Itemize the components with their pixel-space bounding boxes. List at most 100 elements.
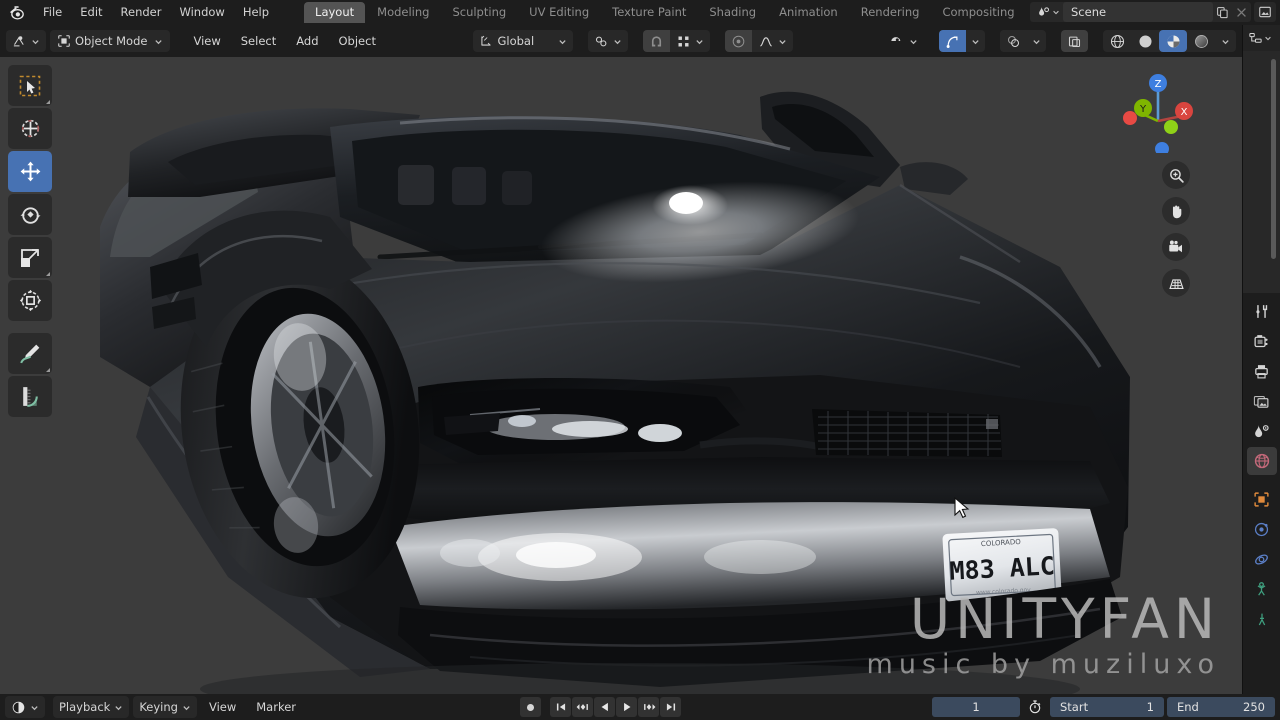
- object-mode-selector[interactable]: Object Mode: [50, 30, 171, 52]
- previous-keyframe-button[interactable]: [572, 697, 593, 717]
- tab-modeling[interactable]: Modeling: [366, 2, 440, 23]
- scene-browse-icon[interactable]: [1030, 5, 1063, 20]
- viewport-header: Object Mode View Select Add Object Globa…: [0, 25, 1242, 57]
- outliner-icon: [1249, 32, 1262, 43]
- overlays-options-caret[interactable]: [1027, 30, 1046, 52]
- tab-compositing[interactable]: Compositing: [931, 2, 1025, 23]
- properties-tab-modifiers[interactable]: [1247, 515, 1277, 543]
- properties-tab-output[interactable]: [1247, 357, 1277, 385]
- shading-solid-button[interactable]: [1131, 30, 1159, 52]
- outliner-body[interactable]: [1243, 51, 1280, 293]
- xray-icon[interactable]: [1061, 30, 1088, 52]
- viewport-menu-add[interactable]: Add: [288, 30, 326, 52]
- tool-annotate[interactable]: [8, 333, 52, 374]
- properties-tab-tool[interactable]: [1247, 297, 1277, 325]
- menu-render[interactable]: Render: [112, 3, 171, 22]
- cursor-box-select-icon: [19, 75, 41, 96]
- object-visibility-selector[interactable]: [883, 30, 924, 52]
- jump-to-start-button[interactable]: [550, 697, 571, 717]
- properties-tab-physics[interactable]: [1247, 545, 1277, 573]
- overlays-icon[interactable]: [1000, 30, 1027, 52]
- transform-orientation-selector[interactable]: Global: [473, 30, 574, 52]
- properties-tab-object[interactable]: [1247, 485, 1277, 513]
- view-layer-icon[interactable]: [1254, 2, 1276, 22]
- viewport-menu-object[interactable]: Object: [331, 30, 384, 52]
- timeline-editor-type-button[interactable]: [5, 696, 45, 718]
- properties-tab-render[interactable]: [1247, 327, 1277, 355]
- scene-selector[interactable]: Scene: [1030, 2, 1251, 22]
- shading-options-caret[interactable]: [1215, 30, 1236, 52]
- gizmo-icon[interactable]: [939, 30, 966, 52]
- tab-animation[interactable]: Animation: [768, 2, 849, 23]
- tool-scale[interactable]: [8, 237, 52, 278]
- mouse-cursor: [954, 497, 970, 519]
- pivot-point-selector[interactable]: [588, 30, 629, 52]
- tab-rendering[interactable]: Rendering: [850, 2, 931, 23]
- auto-keyframe-button[interactable]: [1023, 697, 1047, 717]
- shading-wireframe-button[interactable]: [1103, 30, 1131, 52]
- 3d-viewport[interactable]: M83 ALC COLORADO www.colorado.gov Z Y X …: [0, 57, 1242, 694]
- menu-file[interactable]: File: [34, 3, 71, 22]
- menu-window[interactable]: Window: [170, 3, 233, 22]
- next-keyframe-button[interactable]: [638, 697, 659, 717]
- chevron-down-icon: [614, 39, 622, 44]
- particles-icon: [1257, 581, 1266, 596]
- navigation-gizmo[interactable]: Z Y X: [1116, 69, 1200, 156]
- menu-edit[interactable]: Edit: [71, 3, 111, 22]
- record-keyframes-button[interactable]: [520, 697, 541, 717]
- snap-magnet-icon[interactable]: [643, 30, 671, 52]
- timeline-menu-keying[interactable]: Keying: [133, 696, 197, 718]
- shading-material-preview-button[interactable]: [1159, 30, 1187, 52]
- tool-move[interactable]: [8, 151, 52, 192]
- scene-name-field[interactable]: Scene: [1063, 2, 1213, 22]
- properties-tab-particles[interactable]: [1247, 575, 1277, 603]
- end-frame-field[interactable]: End 250: [1167, 697, 1275, 717]
- front-grille: [812, 409, 1002, 457]
- timeline-menu-view[interactable]: View: [201, 696, 244, 718]
- outliner-header[interactable]: [1243, 25, 1280, 51]
- grid-perspective-icon[interactable]: [1162, 269, 1190, 297]
- tool-transform[interactable]: [8, 280, 52, 321]
- tool-cursor[interactable]: [8, 108, 52, 149]
- snap-target-icon[interactable]: [670, 30, 710, 52]
- gizmo-options-caret[interactable]: [966, 30, 985, 52]
- shading-rendered-button[interactable]: [1187, 30, 1215, 52]
- properties-tab-scene[interactable]: [1247, 417, 1277, 445]
- tab-sculpting[interactable]: Sculpting: [441, 2, 517, 23]
- svg-text:Y: Y: [1139, 104, 1147, 115]
- play-button[interactable]: [616, 697, 637, 717]
- measure-ruler-icon: [22, 387, 38, 407]
- tool-select-box[interactable]: [8, 65, 52, 106]
- menu-help[interactable]: Help: [234, 3, 278, 22]
- camera-icon[interactable]: [1162, 233, 1190, 261]
- transform-orientation-label: Global: [497, 34, 535, 48]
- properties-tab-view-layer[interactable]: [1247, 387, 1277, 415]
- jump-to-end-button[interactable]: [660, 697, 681, 717]
- viewport-menu-view[interactable]: View: [185, 30, 228, 52]
- tab-uv-editing[interactable]: UV Editing: [518, 2, 600, 23]
- properties-tab-constraints[interactable]: [1247, 605, 1277, 633]
- playback-controls: [520, 697, 681, 717]
- zoom-magnifier-icon[interactable]: [1162, 161, 1190, 189]
- duplicate-icon[interactable]: [1213, 2, 1232, 22]
- editor-type-icon[interactable]: [6, 30, 46, 52]
- play-reverse-button[interactable]: [594, 697, 615, 717]
- tab-layout[interactable]: Layout: [304, 2, 366, 23]
- start-frame-field[interactable]: Start 1: [1050, 697, 1164, 717]
- tool-rotate[interactable]: [8, 194, 52, 235]
- blender-logo-icon[interactable]: [0, 4, 34, 21]
- tool-measure[interactable]: [8, 376, 52, 417]
- timeline-menu-marker[interactable]: Marker: [248, 696, 304, 718]
- outliner-scrollbar[interactable]: [1271, 59, 1276, 259]
- chevron-down-icon: [1265, 36, 1271, 41]
- properties-tab-world[interactable]: [1246, 447, 1277, 475]
- proportional-edit-icon[interactable]: [725, 30, 753, 52]
- timeline-menu-playback[interactable]: Playback: [53, 696, 130, 718]
- close-icon[interactable]: [1232, 2, 1251, 22]
- tab-shading[interactable]: Shading: [698, 2, 767, 23]
- viewport-menu-select[interactable]: Select: [233, 30, 284, 52]
- current-frame-field[interactable]: 1: [932, 697, 1020, 717]
- falloff-curve-icon[interactable]: [752, 30, 793, 52]
- hand-pan-icon[interactable]: [1162, 197, 1190, 225]
- tab-texture-paint[interactable]: Texture Paint: [601, 2, 697, 23]
